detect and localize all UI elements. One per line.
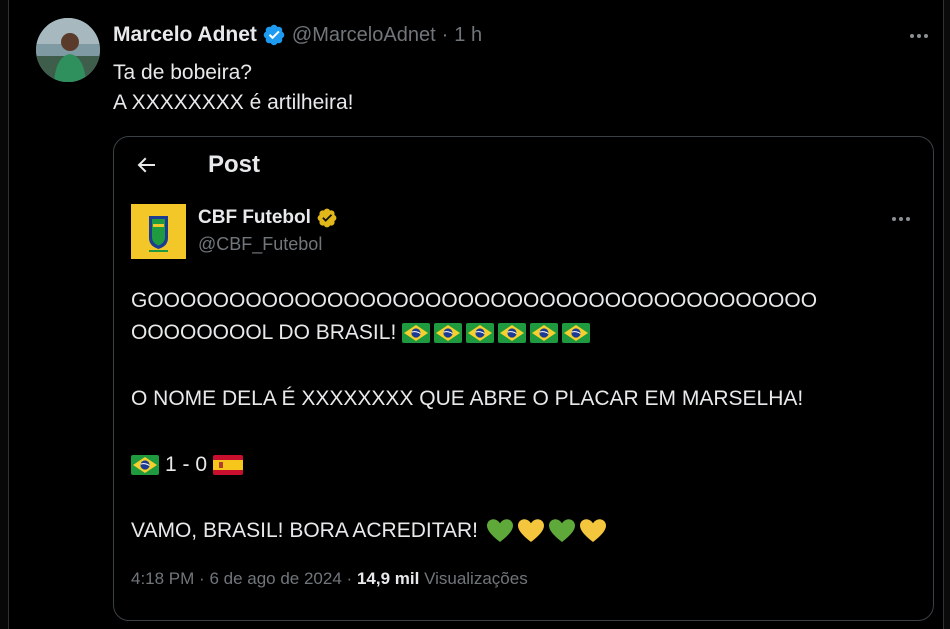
yellow-heart-icon [517, 518, 545, 544]
author-handle[interactable]: @MarceloAdnet [292, 24, 436, 47]
verified-badge-icon [263, 24, 285, 46]
quoted-post-text: GOOOOOOOOOOOOOOOOOOOOOOOOOOOOOOOOOOOOOOO… [131, 285, 817, 547]
post-line-text: OOOOOOOOL DO BRASIL! [131, 321, 397, 344]
brazil-flag-icon [562, 323, 590, 343]
meta-separator: · [346, 569, 353, 588]
quoted-author-handle[interactable]: @CBF_Futebol [198, 234, 322, 255]
scrollbar[interactable] [943, 0, 950, 629]
avatar[interactable] [36, 18, 100, 82]
tweet-header: Marcelo Adnet @MarceloAdnet · 1 h [113, 21, 482, 49]
brazil-flag-icon [498, 323, 526, 343]
quoted-author-name[interactable]: CBF Futebol [198, 207, 311, 229]
green-heart-icon [548, 518, 576, 544]
time-separator: · [441, 23, 449, 46]
quoted-post-card[interactable]: Post CBF Futebol @CBF_Futebol GOOOOOOOOO… [113, 136, 934, 621]
tweet-line: A XXXXXXXX é artilheira! [113, 91, 354, 114]
post-line: O NOME DELA É XXXXXXXX QUE ABRE O PLACAR… [131, 387, 804, 410]
post-line-text: VAMO, BRASIL! BORA ACREDITAR! [131, 519, 478, 542]
post-time[interactable]: 4:18 PM [131, 569, 194, 588]
post-meta: 4:18 PM · 6 de ago de 2024 · 14,9 mil Vi… [131, 569, 528, 589]
post-line: GOOOOOOOOOOOOOOOOOOOOOOOOOOOOOOOOOOOOOOO… [131, 289, 818, 312]
brazil-flag-icon [402, 323, 430, 343]
post-line: OOOOOOOOL DO BRASIL! [131, 317, 817, 349]
post-header-bar: Post [114, 137, 933, 195]
more-icon[interactable] [888, 209, 914, 229]
tweet-text: Ta de bobeira? A XXXXXXXX é artilheira! [113, 58, 353, 118]
post-date[interactable]: 6 de ago de 2024 [209, 569, 341, 588]
tweet-line: Ta de bobeira? [113, 61, 252, 84]
brazil-flag-icon [434, 323, 462, 343]
more-icon[interactable] [906, 26, 932, 46]
green-heart-icon [486, 518, 514, 544]
post-title: Post [208, 151, 261, 178]
brazil-flag-icon [131, 455, 159, 475]
post-line: 1 - 0 [131, 449, 817, 481]
brazil-flag-icon [530, 323, 558, 343]
brazil-flag-icon [466, 323, 494, 343]
tweet-time[interactable]: 1 h [454, 24, 482, 47]
left-rail [0, 0, 9, 629]
views-label: Visualizações [424, 569, 528, 588]
author-name[interactable]: Marcelo Adnet [113, 23, 257, 47]
spain-flag-icon [213, 455, 243, 475]
back-arrow-icon[interactable] [134, 153, 158, 177]
quoted-author-row: CBF Futebol [198, 207, 338, 229]
verified-badge-icon [317, 208, 337, 228]
meta-separator: · [199, 569, 205, 588]
views-count: 14,9 mil [356, 569, 420, 588]
score-text: 1 - 0 [165, 453, 208, 476]
post-line: VAMO, BRASIL! BORA ACREDITAR! [131, 515, 817, 547]
cbf-logo[interactable] [131, 204, 186, 259]
yellow-heart-icon [579, 518, 607, 544]
